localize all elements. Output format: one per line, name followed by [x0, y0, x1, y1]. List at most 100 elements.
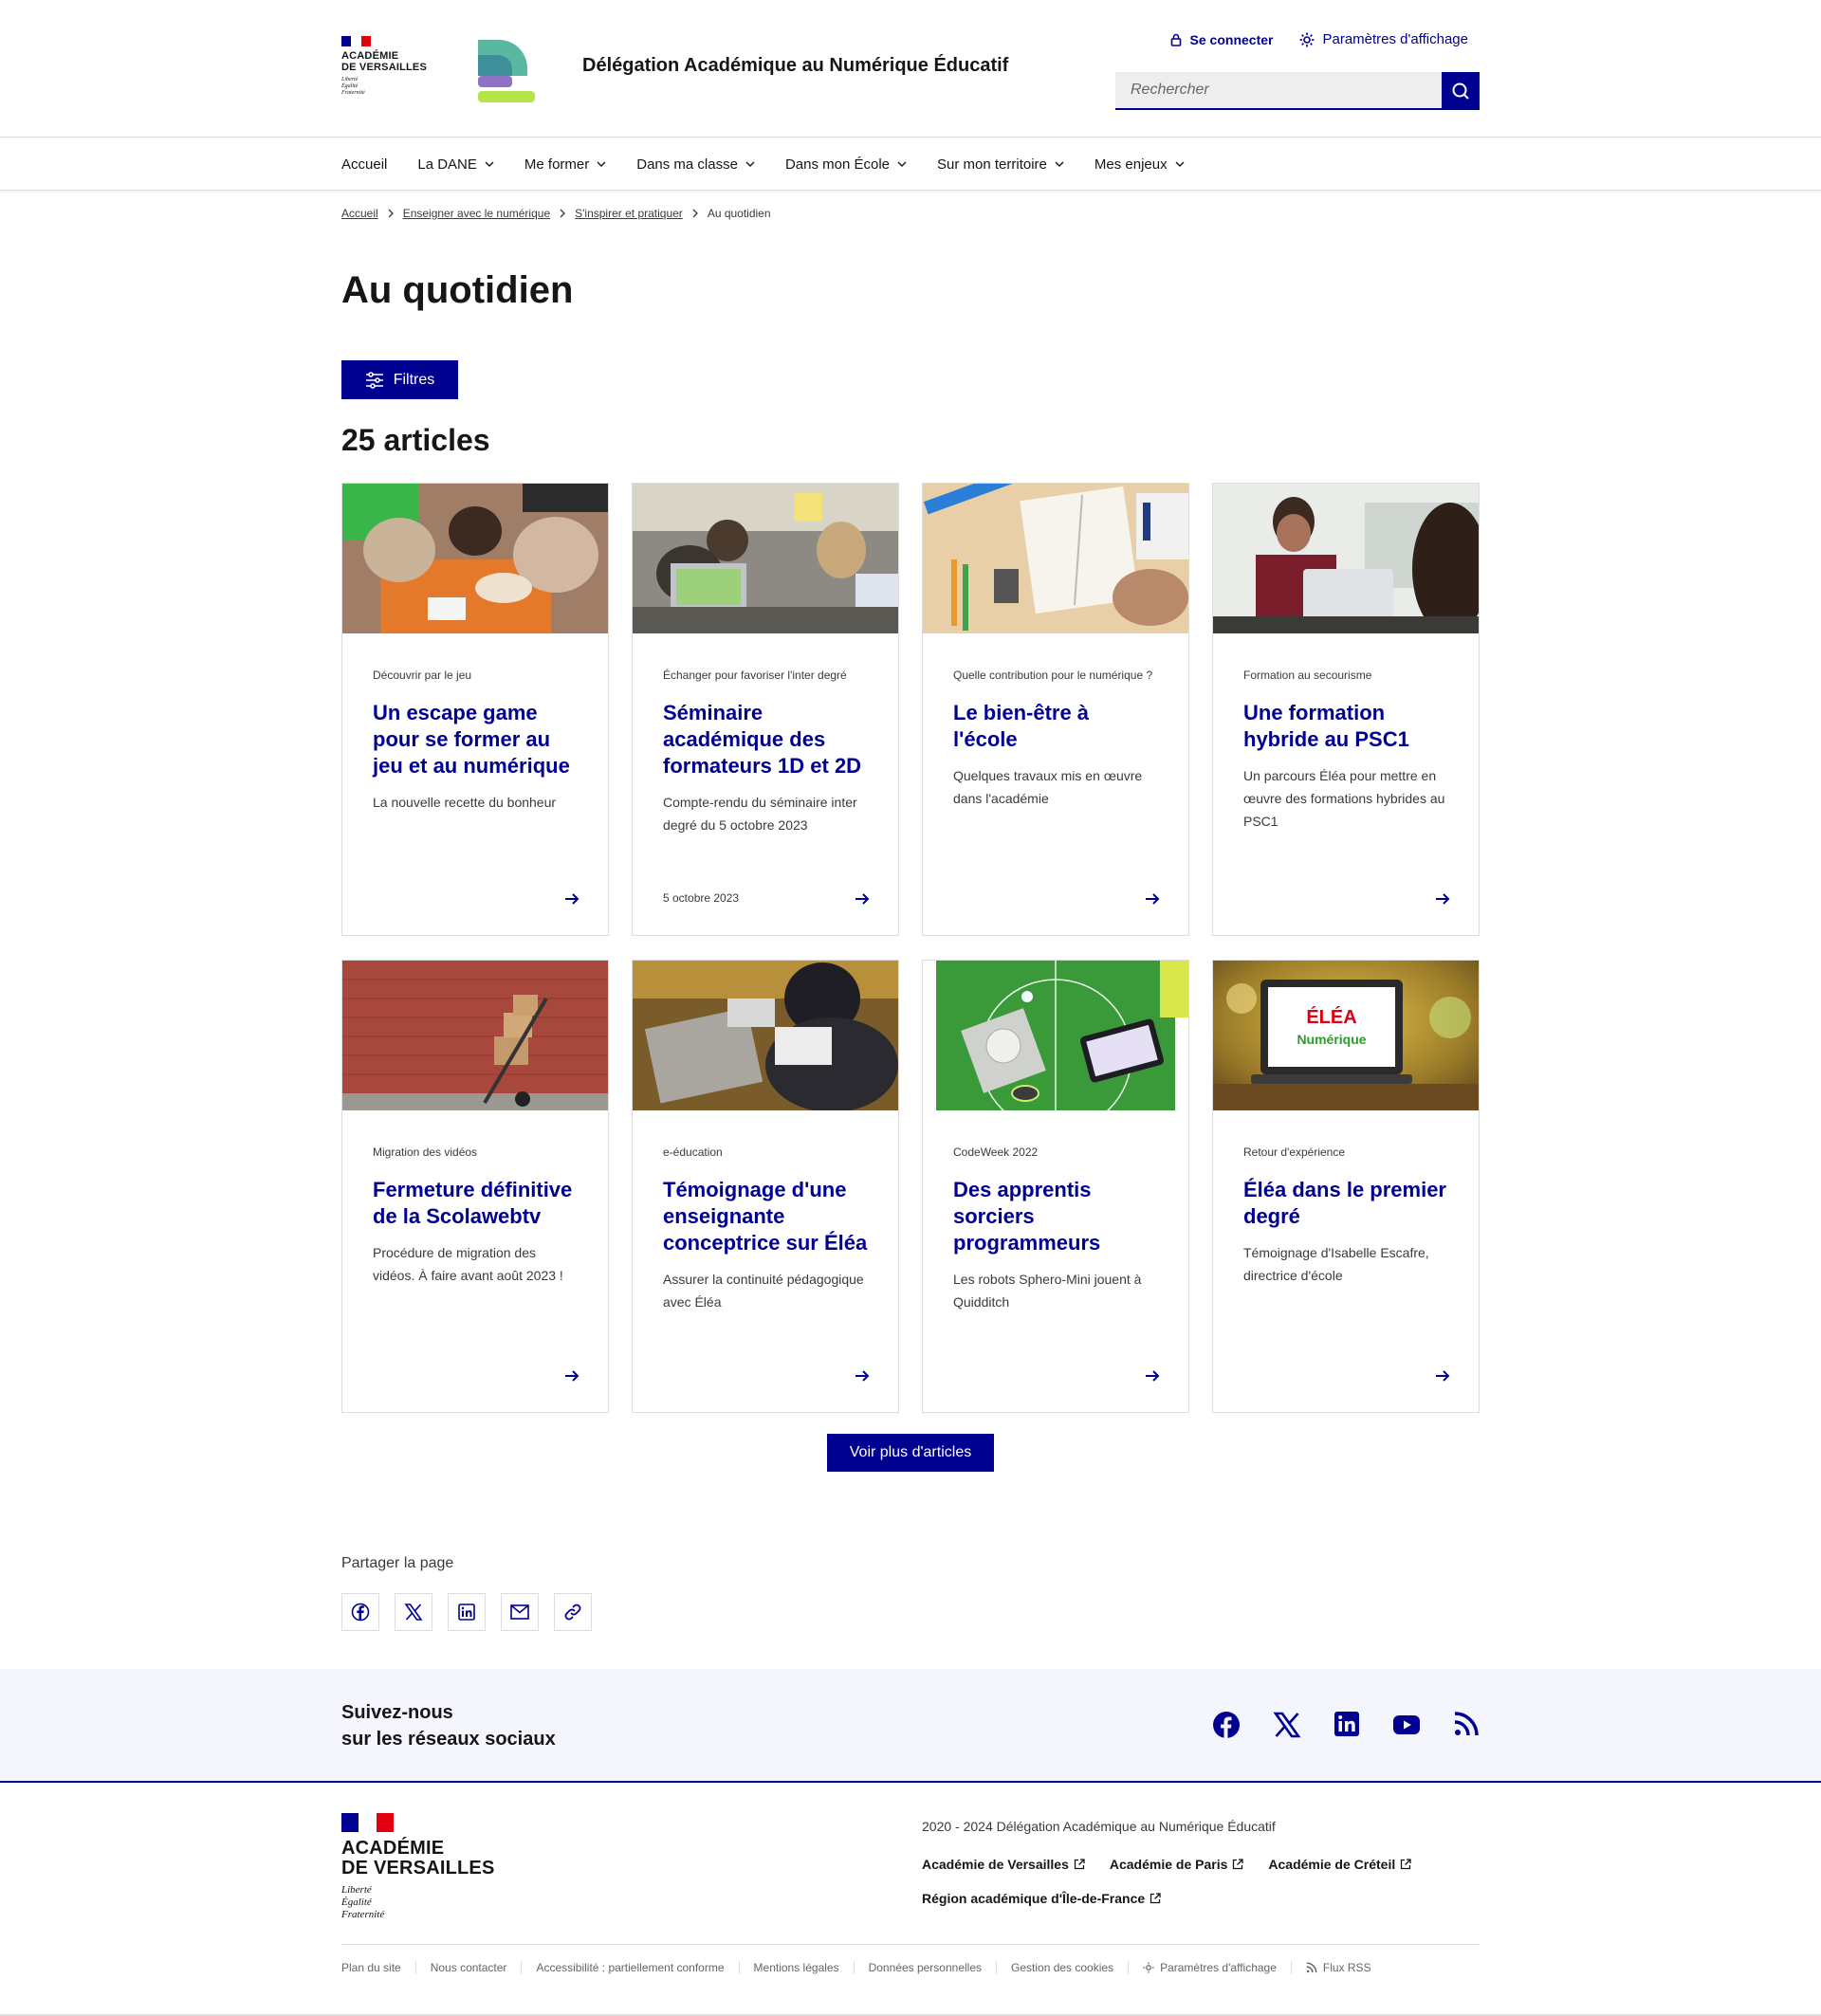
footer-academie-logo[interactable]: ACADÉMIE DE VERSAILLES Liberté Égalité F… — [341, 1813, 512, 1921]
lock-icon — [1169, 33, 1183, 46]
footer-link-versailles[interactable]: Académie de Versailles — [922, 1857, 1085, 1872]
article-card[interactable]: Quelle contribution pour le numérique ? … — [922, 483, 1189, 936]
footer-legal-link[interactable]: Mentions légales — [754, 1961, 839, 1974]
card-title[interactable]: Séminaire académique des formateurs 1D e… — [663, 700, 868, 779]
article-card[interactable]: Échanger pour favoriser l'inter degré Sé… — [632, 483, 899, 936]
follow-youtube-link[interactable] — [1392, 1711, 1421, 1739]
linkedin-icon — [1334, 1711, 1360, 1737]
dane-logo[interactable] — [474, 36, 539, 104]
nav-item[interactable]: Sur mon territoire — [922, 137, 1079, 191]
filters-button[interactable]: Filtres — [341, 360, 458, 399]
arrow-right-icon — [1145, 891, 1160, 907]
follow-rss-link[interactable] — [1453, 1711, 1480, 1739]
login-link[interactable]: Se connecter — [1169, 32, 1273, 47]
footer-motto-egalite: Égalité — [341, 1897, 372, 1908]
logo-name: ACADÉMIE DE VERSAILLES — [341, 50, 436, 73]
card-title[interactable]: Une formation hybride au PSC1 — [1243, 700, 1448, 753]
article-card[interactable]: Migration des vidéos Fermeture définitiv… — [341, 960, 609, 1413]
site-title[interactable]: Délégation Académique au Numérique Éduca… — [582, 55, 1008, 77]
more-articles-button[interactable]: Voir plus d'articles — [827, 1434, 994, 1472]
footer-link-creteil[interactable]: Académie de Créteil — [1268, 1857, 1411, 1872]
footer-link-region-idf[interactable]: Région académique d'Île-de-France — [922, 1891, 1161, 1906]
card-date: 5 octobre 2023 — [663, 891, 740, 905]
share-label: Partager la page — [341, 1555, 454, 1571]
nav-item-label: Dans mon École — [784, 156, 891, 173]
article-card[interactable]: ÉLÉA Numérique Retour d'expérience Éléa … — [1212, 960, 1480, 1413]
nav-item[interactable]: Dans mon École — [770, 137, 922, 191]
card-image-bien-etre — [923, 484, 1188, 633]
nav-item[interactable]: Me former — [509, 137, 621, 191]
footer-accessibility-link[interactable]: Accessibilité : partiellement conforme — [536, 1961, 724, 1974]
sliders-icon — [365, 371, 384, 389]
card-detail: Formation au secourisme — [1243, 669, 1372, 682]
card-description: La nouvelle recette du bonheur — [373, 795, 557, 810]
arrow-right-icon — [1145, 1368, 1160, 1384]
academie-logo[interactable]: ACADÉMIE DE VERSAILLES Liberté Égalité F… — [341, 36, 436, 102]
share-facebook-button[interactable] — [341, 1593, 379, 1631]
footer-divider — [341, 1944, 1480, 1945]
share-x-button[interactable] — [395, 1593, 432, 1631]
footer-cookies-link[interactable]: Gestion des cookies — [1011, 1961, 1113, 1974]
article-card[interactable]: e-éducation Témoignage d'une enseignante… — [632, 960, 899, 1413]
search-button[interactable] — [1442, 72, 1480, 110]
share-mail-button[interactable] — [501, 1593, 539, 1631]
footer-partner-links: Académie de Versailles Académie de Paris… — [922, 1857, 1472, 1906]
article-card[interactable]: Formation au secourisme Une formation hy… — [1212, 483, 1480, 936]
search-input[interactable] — [1115, 72, 1442, 110]
nav-list: Accueil La DANE Me former Dans ma classe Dan… — [341, 137, 1200, 191]
follow-x-link[interactable] — [1273, 1711, 1301, 1739]
card-detail: Migration des vidéos — [373, 1145, 478, 1159]
card-title[interactable]: Éléa dans le premier degré — [1243, 1177, 1448, 1230]
display-settings-link[interactable]: Paramètres d'affichage — [1299, 31, 1468, 47]
header-tools: Se connecter Paramètres d'affichage — [1169, 31, 1468, 47]
breadcrumb-link-enseigner[interactable]: Enseigner avec le numérique — [403, 207, 550, 220]
card-title[interactable]: Des apprentis sorciers programmeurs — [953, 1177, 1158, 1256]
footer-contact-link[interactable]: Nous contacter — [431, 1961, 507, 1974]
page-title: Au quotidien — [341, 269, 574, 311]
footer-rss-link[interactable]: Flux RSS — [1306, 1961, 1371, 1974]
card-title[interactable]: Un escape game pour se former au jeu et … — [373, 700, 578, 779]
footer-sitemap-link[interactable]: Plan du site — [341, 1961, 401, 1974]
nav-item[interactable]: Mes enjeux — [1079, 137, 1200, 191]
footer-link-label: Académie de Créteil — [1268, 1857, 1396, 1872]
footer-motto-liberte: Liberté — [341, 1884, 372, 1896]
arrow-right-icon — [855, 891, 870, 907]
breadcrumb-link-accueil[interactable]: Accueil — [341, 207, 378, 220]
breadcrumb-link-inspirer[interactable]: S'inspirer et pratiquer — [575, 207, 683, 220]
card-title[interactable]: Le bien-être à l'école — [953, 700, 1158, 753]
card-detail: Échanger pour favoriser l'inter degré — [663, 669, 847, 682]
follow-facebook-link[interactable] — [1212, 1711, 1241, 1739]
nav-item[interactable]: La DANE — [402, 137, 509, 191]
footer-separator — [1128, 1961, 1130, 1974]
follow-linkedin-link[interactable] — [1334, 1711, 1360, 1739]
article-card[interactable]: CodeWeek 2022 Des apprentis sorciers pro… — [922, 960, 1189, 1413]
card-description: Témoignage d'Isabelle Escafre, directric… — [1243, 1245, 1429, 1283]
search-bar — [1115, 72, 1480, 110]
youtube-icon — [1392, 1711, 1421, 1739]
footer-separator — [996, 1961, 998, 1974]
card-image-elea: ÉLÉA Numérique — [1213, 961, 1479, 1110]
footer-description: 2020 - 2024 Délégation Académique au Num… — [922, 1819, 1276, 1834]
share-linkedin-button[interactable] — [448, 1593, 486, 1631]
card-title[interactable]: Témoignage d'une enseignante conceptrice… — [663, 1177, 868, 1256]
facebook-icon — [351, 1603, 370, 1622]
logo-name-line2: DE VERSAILLES — [341, 62, 428, 73]
share-copy-link-button[interactable] — [554, 1593, 592, 1631]
nav-item-label: La DANE — [417, 156, 477, 173]
card-title[interactable]: Fermeture définitive de la Scolawebtv — [373, 1177, 578, 1230]
article-card[interactable]: Découvrir par le jeu Un escape game pour… — [341, 483, 609, 936]
nav-item[interactable]: Dans ma classe — [621, 137, 770, 191]
nav-item[interactable]: Accueil — [341, 137, 402, 191]
marianne-flag-icon — [341, 1813, 394, 1832]
chevron-down-icon — [597, 161, 606, 167]
follow-section: Suivez-nous sur les réseaux sociaux — [0, 1669, 1821, 1783]
main-navigation: Accueil La DANE Me former Dans ma classe Dan… — [0, 137, 1821, 191]
card-image-scolawebtv — [342, 961, 608, 1110]
footer-privacy-link[interactable]: Données personnelles — [869, 1961, 982, 1974]
footer-display-settings-link[interactable]: Paramètres d'affichage — [1143, 1961, 1277, 1974]
nav-item-label: Sur mon territoire — [937, 156, 1047, 173]
footer-logo-motto: Liberté Égalité Fraternité — [341, 1884, 512, 1921]
logo-name-line1: ACADÉMIE — [341, 50, 399, 62]
footer-link-paris[interactable]: Académie de Paris — [1110, 1857, 1244, 1872]
card-description: Les robots Sphero-Mini jouent à Quidditc… — [953, 1272, 1142, 1310]
